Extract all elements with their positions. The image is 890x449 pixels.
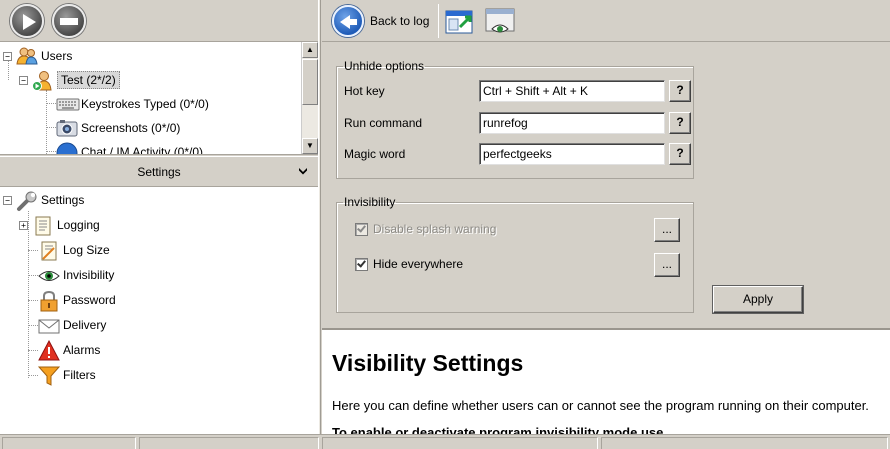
run-command-help-button[interactable]: ? [669,112,691,134]
alarm-icon [38,339,60,361]
log-size-icon [38,240,58,261]
settings-content: Unhide options Hot key ? Run command ? M… [322,42,890,328]
magic-word-row: Magic word [344,143,479,165]
users-tree-scrollbar[interactable]: ▲ ▼ [301,42,318,154]
expand-icon[interactable]: + [19,220,28,230]
help-panel: Visibility Settings Here you can define … [322,328,890,434]
scroll-down-button[interactable]: ▼ [302,138,318,154]
status-panel [2,437,136,449]
vertical-splitter[interactable] [318,0,321,434]
funnel-icon [37,365,61,386]
left-toolbar [0,0,318,42]
tree-label-chat: Chat / IM Activity (0*/0) [81,145,204,155]
collapse-icon[interactable]: − [19,75,28,85]
chat-icon [56,142,78,154]
camera-icon [56,118,78,138]
disable-splash-row: Disable splash warning [355,222,496,236]
tree-node-settings[interactable]: − Settings [3,189,84,211]
settings-tree: − Settings + Logging Log Size Invisibili… [0,187,318,434]
tree-node-filters[interactable]: Filters [37,364,96,386]
tree-label-screenshots: Screenshots (0*/0) [81,121,181,135]
right-toolbar: Back to log [322,0,890,42]
stop-monitoring-button[interactable] [52,4,86,38]
settings-header-label: Settings [137,164,181,179]
magic-word-field[interactable] [479,143,665,165]
tree-label-users: Users [41,49,73,63]
help-title: Visibility Settings [332,350,524,376]
status-bar [0,434,890,449]
help-paragraph: Here you can define whether users can or… [332,398,869,413]
magic-word-label: Magic word [344,147,406,161]
eye-icon [38,265,60,285]
keyboard-icon [56,94,80,114]
back-to-log-button[interactable]: Back to log [332,3,429,39]
lock-icon [38,290,58,312]
settings-panel-header[interactable]: Settings [0,156,318,187]
users-tree: − Users − Test (2*/2) Keystrokes Typed (… [0,42,318,155]
hide-everywhere-options-button[interactable]: ... [654,253,680,277]
tree-label-user: Test (2*/2) [57,71,120,89]
back-arrow-icon [332,5,364,37]
tree-node-chat[interactable]: Chat / IM Activity (0*/0) [56,141,204,155]
tree-node-password[interactable]: Password [38,289,116,312]
tree-label-settings: Settings [41,193,85,207]
tree-label-alarms: Alarms [63,343,101,357]
tree-node-invisibility[interactable]: Invisibility [38,264,114,286]
disable-splash-options-button[interactable]: ... [654,218,680,242]
run-command-field[interactable] [479,112,665,134]
tree-label-filters: Filters [63,368,96,382]
tree-node-log-size[interactable]: Log Size [38,239,110,261]
hotkey-help-button[interactable]: ? [669,80,691,102]
status-panel [601,437,888,449]
start-monitoring-button[interactable] [10,4,44,38]
help-paragraph: To enable or deactivate program invisibi… [332,425,664,434]
hotkey-field[interactable] [479,80,665,102]
tree-node-user-test[interactable]: − Test (2*/2) [19,69,120,91]
disable-splash-checkbox[interactable] [355,222,368,236]
tree-label-logging: Logging [57,218,100,232]
users-icon [16,46,38,66]
tree-node-users[interactable]: − Users [3,45,72,67]
tree-label-delivery: Delivery [63,318,107,332]
toolbar-separator [438,4,439,38]
play-icon [23,14,36,30]
chevron-down-icon[interactable] [298,166,308,176]
hotkey-row: Hot key [344,80,479,102]
tree-label-password: Password [63,293,116,307]
disable-splash-label: Disable splash warning [373,222,497,236]
tree-node-keystrokes[interactable]: Keystrokes Typed (0*/0) [56,93,209,115]
hide-everywhere-label: Hide everywhere [373,257,464,271]
magic-word-help-button[interactable]: ? [669,143,691,165]
back-to-log-label: Back to log [370,14,430,28]
user-icon [32,70,52,91]
window-export-icon[interactable] [444,5,476,37]
wrench-icon [16,190,37,211]
tree-label-log-size: Log Size [63,243,110,257]
scroll-up-button[interactable]: ▲ [302,42,318,58]
run-command-label: Run command [344,116,423,130]
status-panel [322,437,598,449]
hide-everywhere-checkbox[interactable] [355,257,368,271]
tree-label-keystrokes: Keystrokes Typed (0*/0) [81,97,209,111]
tree-node-screenshots[interactable]: Screenshots (0*/0) [56,117,180,139]
collapse-icon[interactable]: − [3,195,12,205]
collapse-icon[interactable]: − [3,51,12,61]
tree-label-invisibility: Invisibility [63,268,115,282]
status-panel [139,437,319,449]
window-eye-icon[interactable] [484,5,516,37]
hide-everywhere-row: Hide everywhere [355,257,463,271]
scroll-icon [32,215,52,236]
scroll-thumb[interactable] [302,59,318,105]
tree-node-logging[interactable]: + Logging [19,214,100,236]
envelope-icon [38,315,60,335]
tree-node-delivery[interactable]: Delivery [38,314,106,336]
run-command-row: Run command [344,112,479,134]
apply-button[interactable]: Apply [713,286,803,313]
hotkey-label: Hot key [344,84,385,98]
tree-node-alarms[interactable]: Alarms [38,339,100,361]
stop-icon [60,18,78,25]
